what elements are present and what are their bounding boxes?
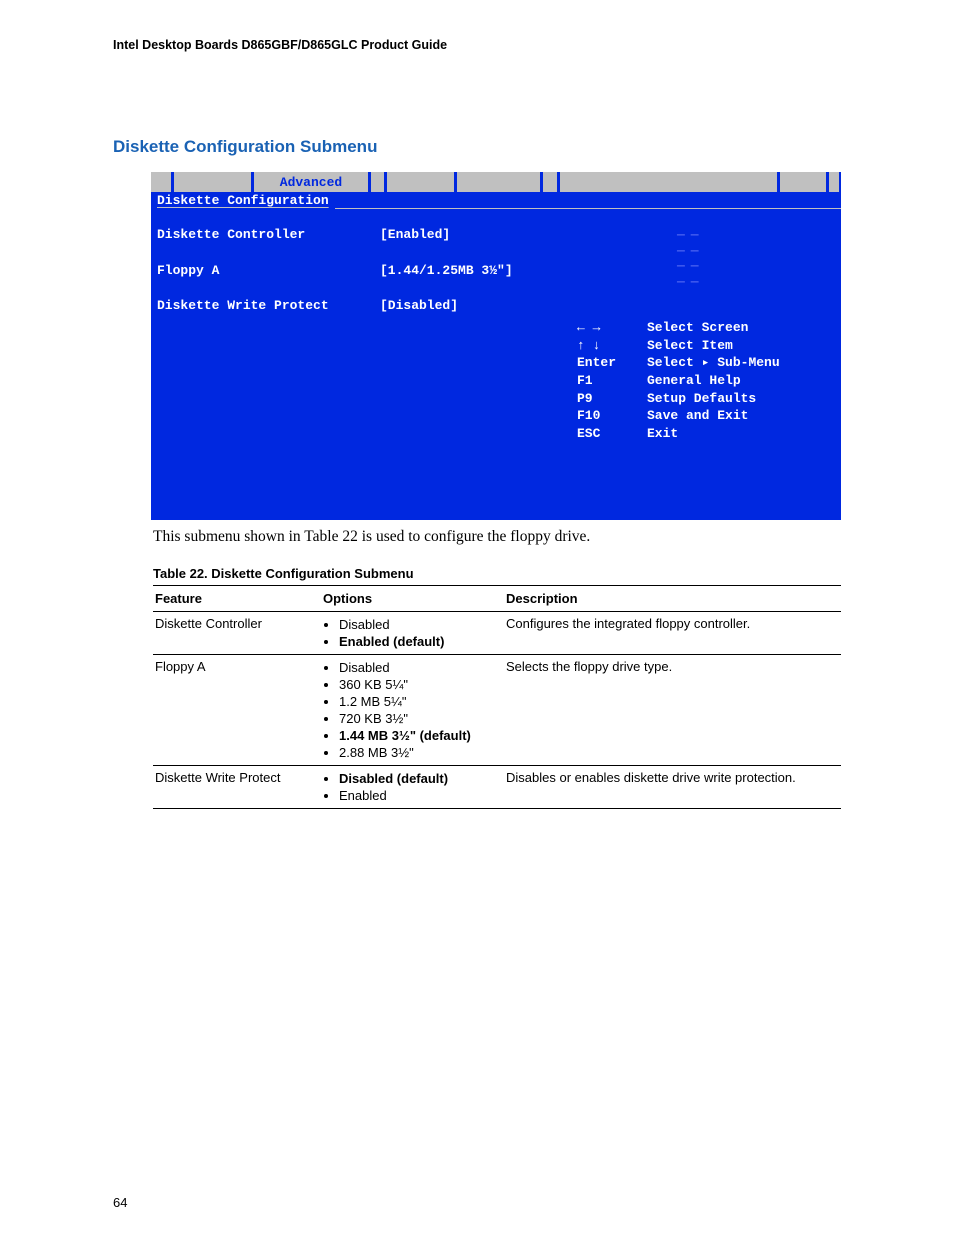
label-floppy: Floppy A: [157, 263, 372, 279]
help-text: Select Screen: [647, 319, 748, 337]
option-item: 1.2 MB 5¼": [339, 693, 498, 710]
help-text: Exit: [647, 425, 678, 443]
cell-feature: Diskette Controller: [153, 611, 321, 654]
th-options: Options: [321, 585, 504, 611]
help-key: F10: [577, 407, 647, 425]
help-key: Enter: [577, 354, 647, 372]
option-item: Enabled: [339, 787, 498, 804]
th-feature: Feature: [153, 585, 321, 611]
cell-description: Disables or enables diskette drive write…: [504, 765, 841, 808]
bios-help-panel: —— —— —— —— ← →Select Screen ↑ ↓Select I…: [571, 211, 841, 520]
section-title: Diskette Configuration Submenu: [113, 137, 844, 157]
bios-values: [Enabled] [1.44/1.25MB 3½"] [Disabled]: [376, 211, 571, 520]
option-item: 1.44 MB 3½" (default): [339, 727, 498, 744]
spec-table: Feature Options Description Diskette Con…: [153, 585, 841, 809]
value-controller: [Enabled]: [380, 227, 567, 243]
cell-options: DisabledEnabled (default): [321, 611, 504, 654]
help-key: F1: [577, 372, 647, 390]
table-row: Floppy ADisabled360 KB 5¼"1.2 MB 5¼"720 …: [153, 654, 841, 765]
option-item: Enabled (default): [339, 633, 498, 650]
table-row: Diskette Write ProtectDisabled (default)…: [153, 765, 841, 808]
ghost-lines-icon: ——: [677, 243, 835, 259]
option-item: 360 KB 5¼": [339, 676, 498, 693]
cell-feature: Floppy A: [153, 654, 321, 765]
cell-options: Disabled360 KB 5¼"1.2 MB 5¼"720 KB 3½"1.…: [321, 654, 504, 765]
table-title: Table 22. Diskette Configuration Submenu: [153, 566, 844, 581]
help-text: Save and Exit: [647, 407, 748, 425]
option-item: 720 KB 3½": [339, 710, 498, 727]
ghost-lines-icon: ——: [677, 274, 835, 290]
page-number: 64: [113, 1195, 127, 1210]
cell-description: Configures the integrated floppy control…: [504, 611, 841, 654]
help-text: Select ▸ Sub-Menu: [647, 354, 780, 372]
bios-labels: Diskette Controller Floppy A Diskette Wr…: [151, 211, 376, 520]
page-header: Intel Desktop Boards D865GBF/D865GLC Pro…: [113, 38, 844, 52]
value-write-protect: [Disabled]: [380, 298, 567, 314]
help-key: ESC: [577, 425, 647, 443]
cell-options: Disabled (default)Enabled: [321, 765, 504, 808]
value-floppy: [1.44/1.25MB 3½"]: [380, 263, 567, 279]
option-item: 2.88 MB 3½": [339, 744, 498, 761]
bios-screenshot: Advanced Diskette Configuration Diskette…: [151, 172, 841, 520]
table-row: Diskette ControllerDisabledEnabled (defa…: [153, 611, 841, 654]
caption-text: This submenu shown in Table 22 is used t…: [153, 528, 844, 546]
th-description: Description: [504, 585, 841, 611]
help-text: Setup Defaults: [647, 390, 756, 408]
label-controller: Diskette Controller: [157, 227, 372, 243]
tab-advanced: Advanced: [254, 172, 368, 192]
cell-description: Selects the floppy drive type.: [504, 654, 841, 765]
help-key: P9: [577, 390, 647, 408]
cell-feature: Diskette Write Protect: [153, 765, 321, 808]
option-item: Disabled: [339, 659, 498, 676]
option-item: Disabled (default): [339, 770, 498, 787]
help-key: ↑ ↓: [577, 337, 647, 355]
help-key: ← →: [577, 319, 647, 337]
bios-subtitle: Diskette Configuration: [151, 192, 335, 211]
help-text: General Help: [647, 372, 741, 390]
help-text: Select Item: [647, 337, 733, 355]
ghost-lines-icon: ——: [677, 227, 835, 243]
option-item: Disabled: [339, 616, 498, 633]
label-write-protect: Diskette Write Protect: [157, 298, 372, 314]
ghost-lines-icon: ——: [677, 258, 835, 274]
